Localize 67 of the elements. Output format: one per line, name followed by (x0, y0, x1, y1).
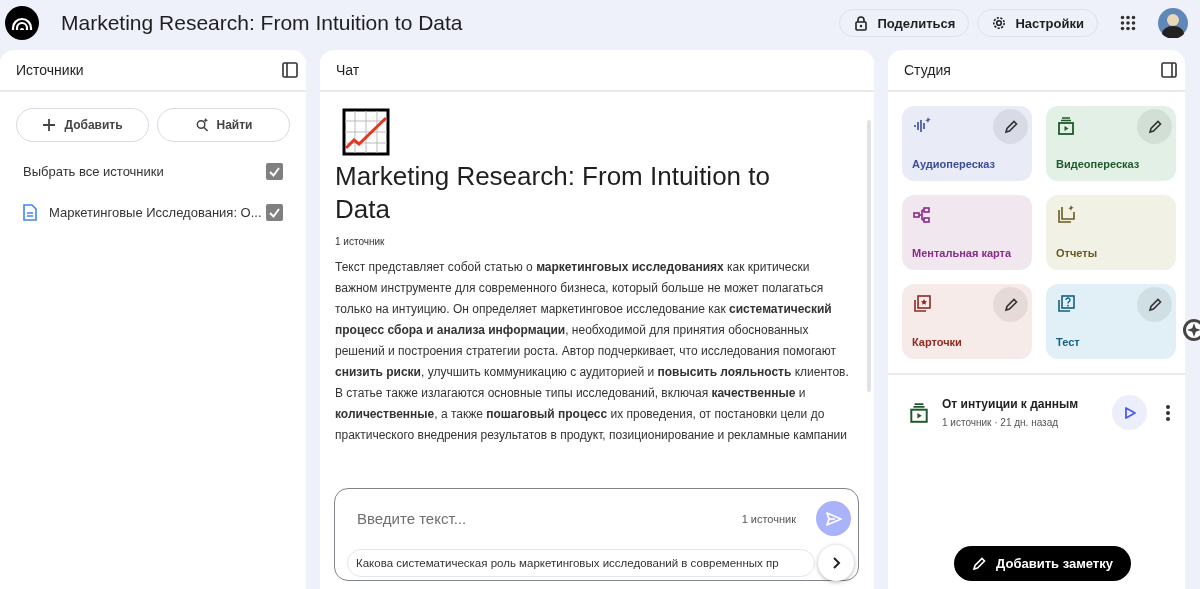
source-title[interactable]: Маркетинговые Исследования: О... (49, 204, 266, 220)
settings-icon (991, 15, 1008, 31)
chart-icon (342, 108, 390, 156)
studio-tile[interactable]: Карточки (902, 284, 1032, 359)
tile-label: Отчеты (1056, 247, 1099, 259)
studio-tile[interactable]: Тест (1046, 284, 1176, 359)
play-button[interactable] (1112, 395, 1147, 430)
lock-icon (853, 15, 870, 31)
add-source-button[interactable]: Добавить (16, 108, 149, 142)
next-button[interactable] (818, 545, 854, 581)
edit-button[interactable] (1137, 287, 1172, 322)
select-all-label: Выбрать все источники (23, 163, 165, 179)
video-icon (908, 401, 930, 424)
panel-toggle-icon[interactable] (282, 62, 298, 78)
scrollbar[interactable] (867, 120, 871, 392)
sparkle-icon[interactable] (1182, 318, 1200, 342)
pencil-icon (1003, 297, 1018, 312)
document-icon (23, 203, 37, 221)
play-icon (1123, 406, 1136, 419)
studio-tile[interactable]: Отчеты (1046, 195, 1176, 270)
send-icon (824, 509, 843, 528)
settings-button[interactable]: Настройки (977, 9, 1098, 37)
apps-icon[interactable] (1120, 15, 1136, 31)
note-title: Marketing Research: From Intuition to Data (335, 160, 771, 226)
panel-toggle-icon[interactable] (1161, 62, 1177, 78)
checkbox[interactable] (266, 162, 283, 180)
source-count: 1 источник (741, 512, 796, 525)
studio-tile[interactable]: Видеопересказ (1046, 106, 1176, 181)
quiz-icon (1056, 294, 1076, 314)
panel-title: Источники (16, 62, 84, 78)
pencil-icon (1147, 297, 1162, 312)
edit-button[interactable] (993, 287, 1028, 322)
pencil-icon (972, 556, 987, 571)
report-icon (1056, 205, 1076, 225)
output-meta: 1 источник · 21 дн. назад (942, 417, 1060, 428)
panel-title: Студия (904, 62, 951, 78)
edit-button[interactable] (993, 109, 1028, 144)
chevron-right-icon (830, 557, 842, 569)
edit-button[interactable] (1137, 109, 1172, 144)
summary-text: Текст представляет собой статью о маркетинговых исследованиях как критически важном инструменте для современного бизнеса, который больше не может полагаться только на интуицию. Он определяет маркетинговое исследование как систематический процесс сбора и анализа информации, необходимой для принятия обоснованных решений и построения стратегии роста. Автор подчеркивает, что исследования помогают снизить риски, улучшить коммуникацию с аудиторией и повысить лояльность клиентов. В статье также излагаются основные типы исследований, включая качественные и количественные, а также пошаговый процесс их проведения, от постановки цели до практического внедрения результатов в продукт, позиционирование и рекламные кампании (335, 259, 850, 444)
video-icon (1056, 116, 1076, 136)
tile-label: Тест (1056, 336, 1081, 348)
chat-input[interactable]: Введите текст... 1 источник Какова систематическая роль маркетинговых исследований в современных пр (334, 488, 859, 581)
discover-button[interactable]: Найти (157, 108, 290, 142)
flashcards-icon (912, 294, 932, 314)
pencil-icon (1003, 119, 1018, 134)
add-note-button[interactable]: Добавить заметку (954, 546, 1131, 581)
tile-label: Ментальная карта (912, 247, 1013, 259)
mind-map-icon (912, 205, 932, 225)
tile-label: Аудиопересказ (912, 158, 997, 170)
pencil-icon (1147, 119, 1162, 134)
panel-title: Чат (336, 62, 360, 78)
studio-tile[interactable]: Ментальная карта (902, 195, 1032, 270)
avatar-icon[interactable] (1158, 8, 1188, 38)
share-button[interactable]: Поделиться (839, 9, 970, 37)
notebook-title: Marketing Research: From Intuition to Data (61, 11, 464, 35)
studio-tile[interactable]: Аудиопересказ (902, 106, 1032, 181)
logo-icon[interactable] (5, 6, 39, 40)
more-icon[interactable] (1165, 403, 1171, 422)
source-count: 1 источник (335, 236, 386, 247)
tile-label: Карточки (912, 336, 963, 348)
search-icon (194, 118, 209, 132)
plus-icon (42, 118, 57, 132)
output-title[interactable]: От интуиции к данным (942, 397, 1100, 411)
tile-label: Видеопересказ (1056, 158, 1141, 170)
checkbox[interactable] (266, 203, 283, 221)
suggestion-chip[interactable]: Какова систематическая роль маркетинговых исследований в современных пр (347, 549, 815, 577)
